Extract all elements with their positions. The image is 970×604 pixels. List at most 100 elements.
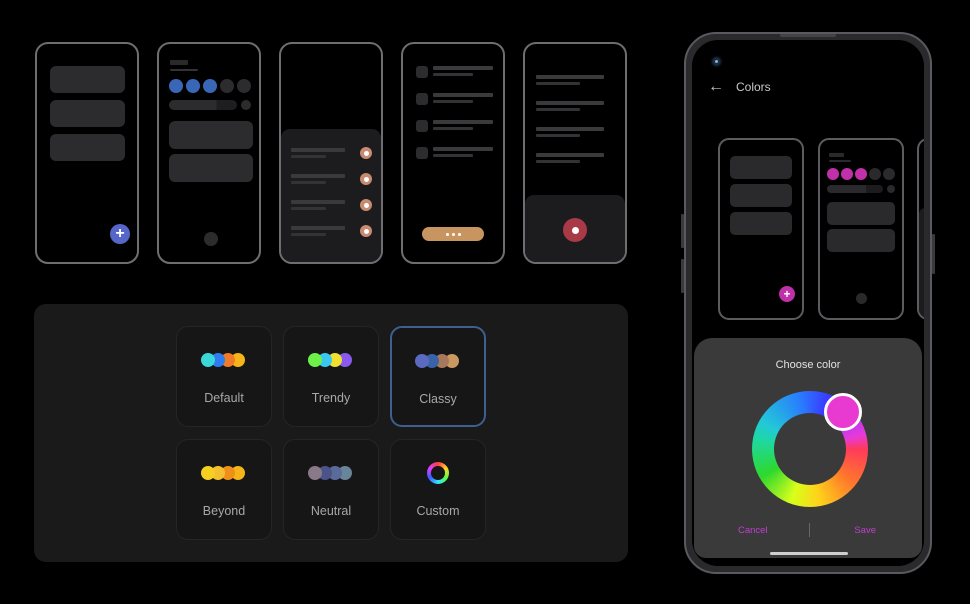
- card-placeholder: [730, 212, 792, 235]
- swatch-row: [201, 466, 247, 480]
- toggle-off: [237, 79, 251, 93]
- volume-button: [681, 214, 684, 248]
- swatch-row: [415, 354, 461, 368]
- wireframe-fab-screen: +: [35, 42, 139, 264]
- option-subtitle: [291, 207, 326, 210]
- brightness-slider: [827, 185, 883, 193]
- radio-icon: [360, 147, 372, 159]
- heading-placeholder: [170, 60, 188, 65]
- record-icon: [563, 218, 587, 242]
- list-subtitle: [433, 73, 473, 76]
- color-swatch: [415, 354, 429, 368]
- bottom-sheet: [281, 129, 381, 262]
- toggle-off: [883, 168, 895, 180]
- dialog-title: Choose color: [775, 359, 841, 371]
- fab-plus-icon: +: [110, 224, 130, 244]
- dot-icon: [457, 232, 461, 236]
- card-placeholder: [50, 100, 125, 127]
- theme-label: Custom: [416, 504, 460, 518]
- toggle-on: [169, 79, 183, 93]
- theme-card-custom[interactable]: Custom: [390, 439, 486, 540]
- back-arrow-icon[interactable]: ←: [708, 79, 724, 95]
- theme-card-classy[interactable]: Classy: [390, 326, 486, 427]
- list-thumb: [416, 66, 428, 78]
- phone-device: ← Colors + Choose color Cancel Save: [681, 32, 935, 574]
- tile-placeholder: [169, 154, 253, 182]
- bottom-sheet: [525, 195, 625, 262]
- text-line: [536, 134, 580, 137]
- volume-button: [681, 259, 684, 293]
- theme-card-beyond[interactable]: Beyond: [176, 439, 272, 540]
- card-placeholder: [730, 184, 792, 207]
- button-divider: [809, 523, 810, 537]
- tile-placeholder: [169, 121, 253, 149]
- option-title: [291, 200, 345, 204]
- preview-quick-settings[interactable]: [818, 138, 904, 320]
- power-button: [932, 234, 935, 274]
- more-pill: [422, 227, 484, 241]
- gesture-home-bar[interactable]: [770, 552, 848, 555]
- speaker-grille: [780, 34, 836, 37]
- list-subtitle: [433, 100, 473, 103]
- swatch-row: [308, 353, 354, 367]
- brightness-slider: [169, 100, 237, 110]
- toggle-off: [869, 168, 881, 180]
- preview-radio-sheet[interactable]: [917, 138, 924, 320]
- radio-icon: [360, 199, 372, 211]
- cancel-button[interactable]: Cancel: [738, 525, 768, 536]
- theme-card-default[interactable]: Default: [176, 326, 272, 427]
- text-line: [536, 75, 604, 79]
- auto-brightness-dot: [887, 185, 895, 193]
- list-thumb: [416, 120, 428, 132]
- app-bar: ← Colors: [708, 79, 771, 95]
- theme-label: Trendy: [311, 391, 351, 405]
- toggle-on: [841, 168, 853, 180]
- subheading-placeholder: [170, 69, 198, 71]
- toggle-off: [220, 79, 234, 93]
- toggle-on: [827, 168, 839, 180]
- phone-screen: ← Colors + Choose color Cancel Save: [692, 40, 924, 566]
- choose-color-dialog: Choose color Cancel Save: [694, 338, 922, 558]
- plus-icon: +: [115, 225, 125, 242]
- front-camera-icon: [713, 58, 720, 65]
- card-placeholder: [50, 134, 125, 161]
- text-line: [536, 127, 604, 131]
- toggle-on: [855, 168, 867, 180]
- card-placeholder: [730, 156, 792, 179]
- auto-brightness-dot: [241, 100, 251, 110]
- preview-fab-screen[interactable]: +: [718, 138, 804, 320]
- card-placeholder: [50, 66, 125, 93]
- toggle-on: [203, 79, 217, 93]
- bottom-sheet: [919, 208, 924, 318]
- save-button[interactable]: Save: [854, 525, 876, 536]
- text-line: [536, 160, 580, 163]
- page-title: Colors: [736, 80, 771, 94]
- toggle-on: [186, 79, 200, 93]
- heading-placeholder: [829, 153, 844, 157]
- wireframe-radio-sheet: [279, 42, 383, 264]
- swatch-row: [201, 353, 247, 367]
- text-line: [536, 101, 604, 105]
- list-title: [433, 120, 493, 124]
- color-swatch: [201, 353, 215, 367]
- theme-card-neutral[interactable]: Neutral: [283, 439, 379, 540]
- theme-card-trendy[interactable]: Trendy: [283, 326, 379, 427]
- text-line: [536, 153, 604, 157]
- radio-icon: [360, 225, 372, 237]
- plus-icon: +: [783, 287, 791, 301]
- list-title: [433, 93, 493, 97]
- dot-icon: [451, 232, 455, 236]
- option-title: [291, 174, 345, 178]
- color-swatch: [201, 466, 215, 480]
- theme-label: Default: [204, 391, 244, 405]
- option-subtitle: [291, 181, 326, 184]
- home-button: [204, 232, 218, 246]
- list-subtitle: [433, 154, 473, 157]
- theme-label: Classy: [419, 392, 457, 406]
- color-selector-handle[interactable]: [824, 393, 862, 431]
- swatch-row: [308, 466, 354, 480]
- color-swatch: [308, 466, 322, 480]
- theme-label: Beyond: [202, 504, 246, 518]
- theme-label: Neutral: [310, 504, 352, 518]
- list-thumb: [416, 147, 428, 159]
